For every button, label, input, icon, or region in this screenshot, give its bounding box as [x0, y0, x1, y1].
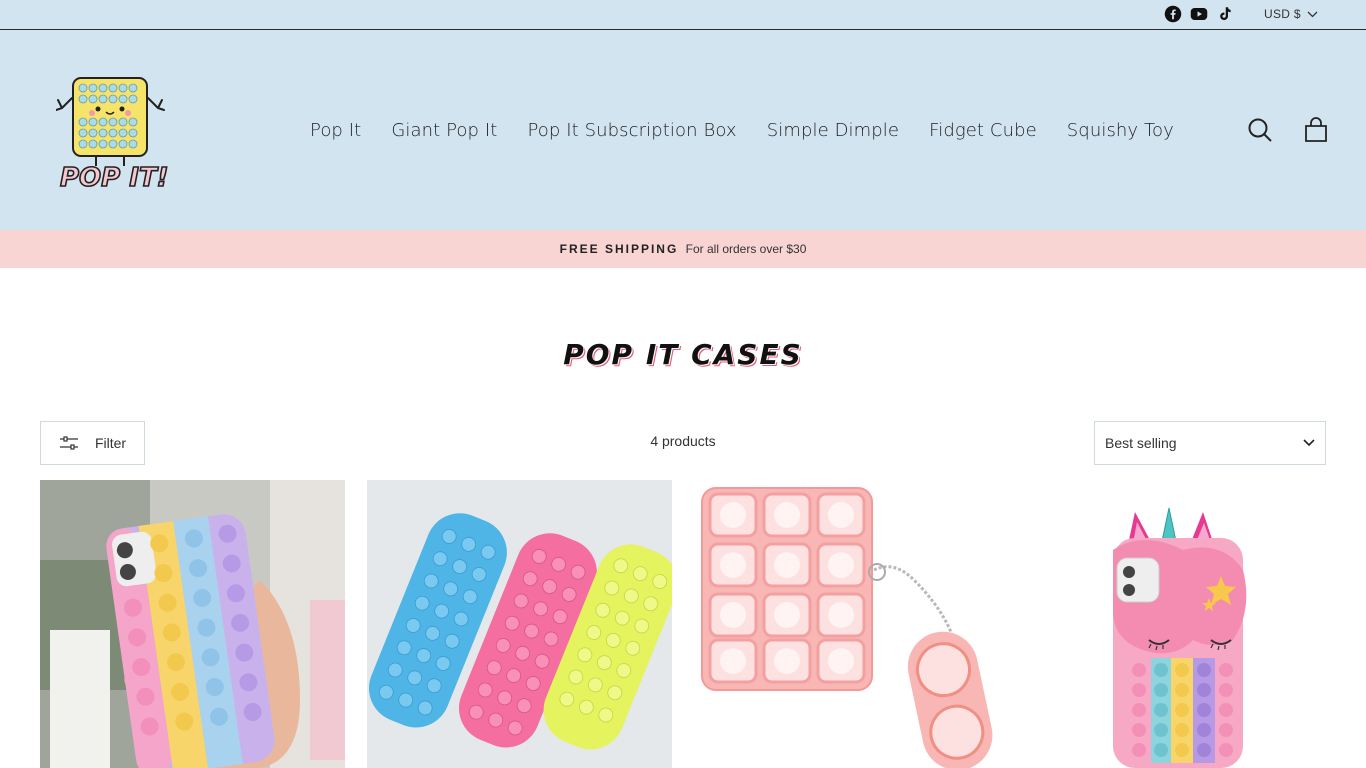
product-image-pencil-cases[interactable]	[367, 480, 672, 768]
main-nav: Pop It Giant Pop It Pop It Subscription …	[310, 120, 1174, 141]
nav-pop-it[interactable]: Pop It	[310, 120, 361, 141]
sort-select[interactable]: Best selling	[1094, 421, 1326, 465]
product-card[interactable]	[40, 480, 345, 768]
product-image-unicorn-case[interactable]	[1021, 480, 1326, 768]
product-image-airpods-case[interactable]	[694, 480, 999, 768]
announcement-text: For all orders over $30	[685, 242, 807, 256]
nav-squishy-toy[interactable]: Squishy Toy	[1067, 120, 1174, 141]
tiktok-icon[interactable]	[1216, 5, 1234, 23]
currency-selector[interactable]: USD $	[1264, 7, 1318, 21]
chevron-down-icon	[1307, 11, 1318, 17]
cart-icon[interactable]	[1302, 116, 1330, 144]
announcement-bar[interactable]: FREE SHIPPING For all orders over $30	[0, 230, 1366, 268]
announcement-heading: FREE SHIPPING	[559, 242, 679, 256]
header-actions	[1246, 116, 1330, 144]
product-image-rainbow-phone-case[interactable]	[40, 480, 345, 768]
site-header: POP IT! Pop It Giant Pop It Pop It Subsc…	[0, 30, 1366, 230]
product-card[interactable]	[1021, 480, 1326, 768]
nav-pop-it-subscription-box[interactable]: Pop It Subscription Box	[527, 120, 736, 141]
facebook-icon[interactable]	[1164, 5, 1182, 23]
search-icon[interactable]	[1246, 116, 1274, 144]
svg-text:POP IT!: POP IT!	[60, 163, 168, 190]
sort-value: Best selling	[1105, 435, 1177, 451]
youtube-icon[interactable]	[1190, 5, 1208, 23]
utility-bar: USD $	[0, 0, 1366, 30]
site-logo[interactable]: POP IT!	[55, 74, 169, 194]
social-links	[1164, 5, 1234, 23]
product-card[interactable]	[367, 480, 672, 768]
nav-simple-dimple[interactable]: Simple Dimple	[767, 120, 899, 141]
product-grid	[40, 480, 1326, 768]
currency-label: USD $	[1264, 7, 1301, 21]
nav-giant-pop-it[interactable]: Giant Pop It	[391, 120, 497, 141]
collection-title: POP IT CASES	[563, 338, 803, 371]
product-card[interactable]	[694, 480, 999, 768]
chevron-down-icon	[1303, 439, 1315, 447]
nav-fidget-cube[interactable]: Fidget Cube	[929, 120, 1037, 141]
